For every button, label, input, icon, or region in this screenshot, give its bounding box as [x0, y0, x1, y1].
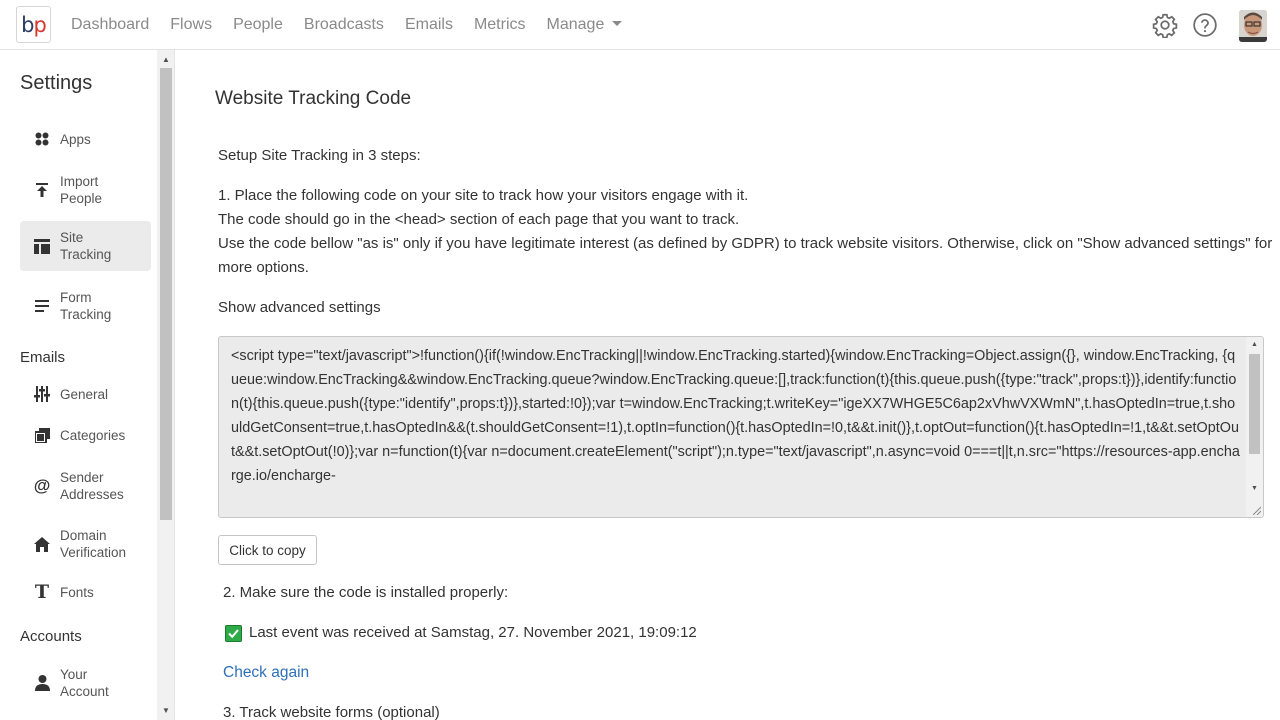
- sidebar-item-label: Import People: [60, 174, 103, 206]
- tracking-code-textarea[interactable]: <script type="text/javascript">!function…: [218, 336, 1264, 518]
- sidebar-item-label: Sender Addresses: [60, 470, 124, 502]
- at-icon: @: [33, 476, 51, 495]
- resize-handle-icon[interactable]: [1252, 506, 1261, 515]
- main-menu: Dashboard Flows People Broadcasts Emails…: [71, 0, 643, 50]
- sidebar-item-categories[interactable]: Categories: [20, 423, 151, 447]
- step1-line3: Use the code bellow "as is" only if you …: [218, 235, 1273, 276]
- sidebar-item-general[interactable]: General: [20, 382, 151, 406]
- sidebar-item-sender-addresses[interactable]: @ Sender Addresses: [20, 467, 151, 505]
- help-icon[interactable]: [1192, 12, 1218, 38]
- setup-intro: Setup Site Tracking in 3 steps:: [218, 147, 421, 164]
- nav-people[interactable]: People: [233, 16, 283, 34]
- home-icon: [32, 536, 52, 552]
- step1-line1: 1. Place the following code on your site…: [218, 187, 749, 204]
- step3-heading: 3. Track website forms (optional): [223, 704, 440, 720]
- nav-flows[interactable]: Flows: [170, 16, 212, 34]
- nav-manage-dropdown[interactable]: Manage: [547, 16, 623, 34]
- code-scroll-down-icon[interactable]: ▼: [1249, 485, 1260, 492]
- copy-icon: [32, 427, 52, 443]
- scroll-up-icon[interactable]: ▲: [161, 55, 171, 65]
- sidebar-item-label: Apps: [60, 131, 91, 147]
- nav-dashboard[interactable]: Dashboard: [71, 16, 149, 34]
- nav-metrics[interactable]: Metrics: [474, 16, 526, 34]
- sidebar-item-apps[interactable]: Apps: [20, 127, 151, 151]
- text-icon: T: [34, 581, 50, 603]
- main-content: Website Tracking Code Setup Site Trackin…: [175, 50, 1280, 720]
- nav-emails[interactable]: Emails: [405, 16, 453, 34]
- sidebar-item-your-account[interactable]: Your Account: [20, 664, 151, 702]
- sliders-icon: [32, 386, 52, 402]
- top-navigation: bp Dashboard Flows People Broadcasts Ema…: [0, 0, 1280, 50]
- layout-icon: [32, 238, 52, 254]
- code-scroll-up-icon[interactable]: ▲: [1249, 341, 1260, 348]
- logo-letter-p: p: [33, 12, 47, 37]
- sidebar-item-domain-verification[interactable]: Domain Verification: [20, 525, 151, 563]
- step2-heading: 2. Make sure the code is installed prope…: [223, 584, 509, 601]
- page-title: Website Tracking Code: [215, 88, 412, 109]
- copy-code-button[interactable]: Click to copy: [218, 535, 317, 565]
- code-scrollbar-thumb[interactable]: [1249, 354, 1260, 454]
- avatar[interactable]: [1239, 10, 1267, 42]
- sidebar-item-site-tracking[interactable]: Site Tracking: [20, 221, 151, 271]
- sidebar-item-label: General: [60, 386, 109, 402]
- sidebar-item-label: Site Tracking: [60, 230, 112, 262]
- sidebar-item-form-tracking[interactable]: Form Tracking: [20, 287, 151, 325]
- sidebar-item-fonts[interactable]: T Fonts: [20, 580, 151, 604]
- sidebar-item-label: Form Tracking: [60, 290, 112, 322]
- nav-manage-label: Manage: [546, 16, 605, 33]
- nav-broadcasts[interactable]: Broadcasts: [304, 16, 384, 34]
- last-event-status: Last event was received at Samstag, 27. …: [249, 624, 697, 641]
- show-advanced-settings-link[interactable]: Show advanced settings: [218, 296, 381, 320]
- sidebar-item-label: Your Account: [60, 667, 109, 699]
- person-icon: [32, 675, 52, 691]
- sidebar-section-emails: Emails: [20, 349, 66, 366]
- form-icon: [32, 300, 52, 312]
- check-mark-icon: [225, 625, 242, 642]
- sidebar-item-label: Categories: [60, 427, 126, 443]
- step1-instructions: 1. Place the following code on your site…: [218, 184, 1278, 280]
- step1-line2: The code should go in the <head> section…: [218, 211, 740, 228]
- check-again-link[interactable]: Check again: [223, 664, 309, 682]
- apps-icon: [32, 132, 52, 146]
- upload-icon: [32, 183, 52, 197]
- gear-icon[interactable]: [1152, 12, 1178, 38]
- app-logo[interactable]: bp: [16, 6, 51, 43]
- sidebar-scrollbar-thumb[interactable]: [160, 68, 172, 520]
- sidebar-item-import-people[interactable]: Import People: [20, 171, 151, 209]
- sidebar-title: Settings: [20, 72, 93, 94]
- settings-sidebar: Settings Apps Import People Site Trackin…: [0, 50, 157, 720]
- sidebar-item-label: Fonts: [60, 584, 94, 600]
- sidebar-section-accounts: Accounts: [20, 628, 82, 645]
- scroll-down-icon[interactable]: ▼: [161, 706, 171, 716]
- sidebar-item-label: Domain Verification: [60, 528, 127, 560]
- tracking-code-text: <script type="text/javascript">!function…: [231, 348, 1240, 484]
- chevron-down-icon: [612, 21, 623, 26]
- logo-letter-b: b: [21, 12, 34, 37]
